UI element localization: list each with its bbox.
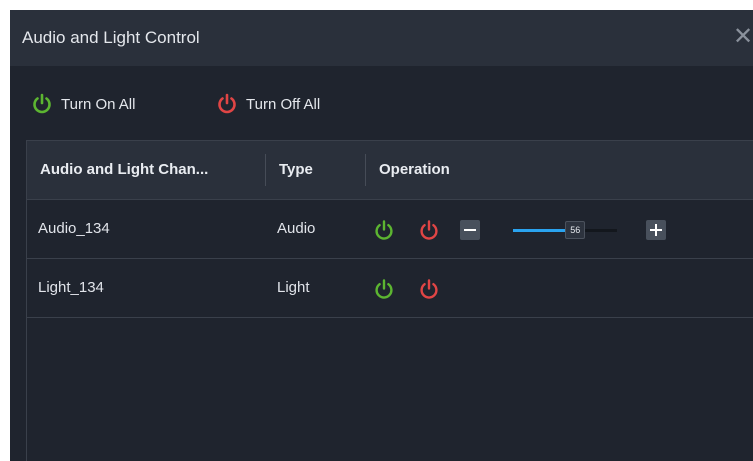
power-off-icon[interactable] [418,278,440,300]
volume-slider-fill [513,229,572,232]
turn-on-all-label: Turn On All [61,95,136,113]
channel-name: Audio_134 [38,220,110,237]
channel-name: Light_134 [38,279,104,296]
column-header-type[interactable]: Type [279,141,313,199]
power-on-icon [33,93,51,114]
volume-slider-thumb[interactable]: 56 [565,221,586,239]
volume-decrease-button[interactable] [460,220,480,240]
plus-icon-vertical [655,224,657,236]
table-row: Audio_134 Audio 56 [27,200,753,259]
close-icon[interactable]: ✕ [733,24,753,50]
volume-slider[interactable]: 56 [513,221,617,239]
dialog-title: Audio and Light Control [22,28,200,47]
channel-type: Light [277,279,310,296]
volume-increase-button[interactable] [646,220,666,240]
table-row: Light_134 Light [27,259,753,318]
audio-light-dialog: Audio and Light Control ✕ Turn On All Tu… [10,10,753,461]
turn-off-all-label: Turn Off All [246,95,321,113]
table-header: Audio and Light Chan... Type Operation [27,141,753,200]
channel-type: Audio [277,220,316,237]
power-off-icon[interactable] [418,219,440,241]
column-header-channel[interactable]: Audio and Light Chan... [40,141,208,199]
channel-table: Audio and Light Chan... Type Operation A… [26,140,753,461]
power-on-icon[interactable] [373,278,395,300]
column-divider[interactable] [365,154,366,186]
minus-icon [464,229,476,231]
column-header-operation[interactable]: Operation [379,141,450,199]
column-divider[interactable] [265,154,266,186]
power-off-icon [218,93,236,114]
power-on-icon[interactable] [373,219,395,241]
turn-on-all-button[interactable]: Turn On All [32,90,135,118]
dialog-titlebar: Audio and Light Control ✕ [10,10,753,66]
turn-off-all-button[interactable]: Turn Off All [217,90,320,118]
